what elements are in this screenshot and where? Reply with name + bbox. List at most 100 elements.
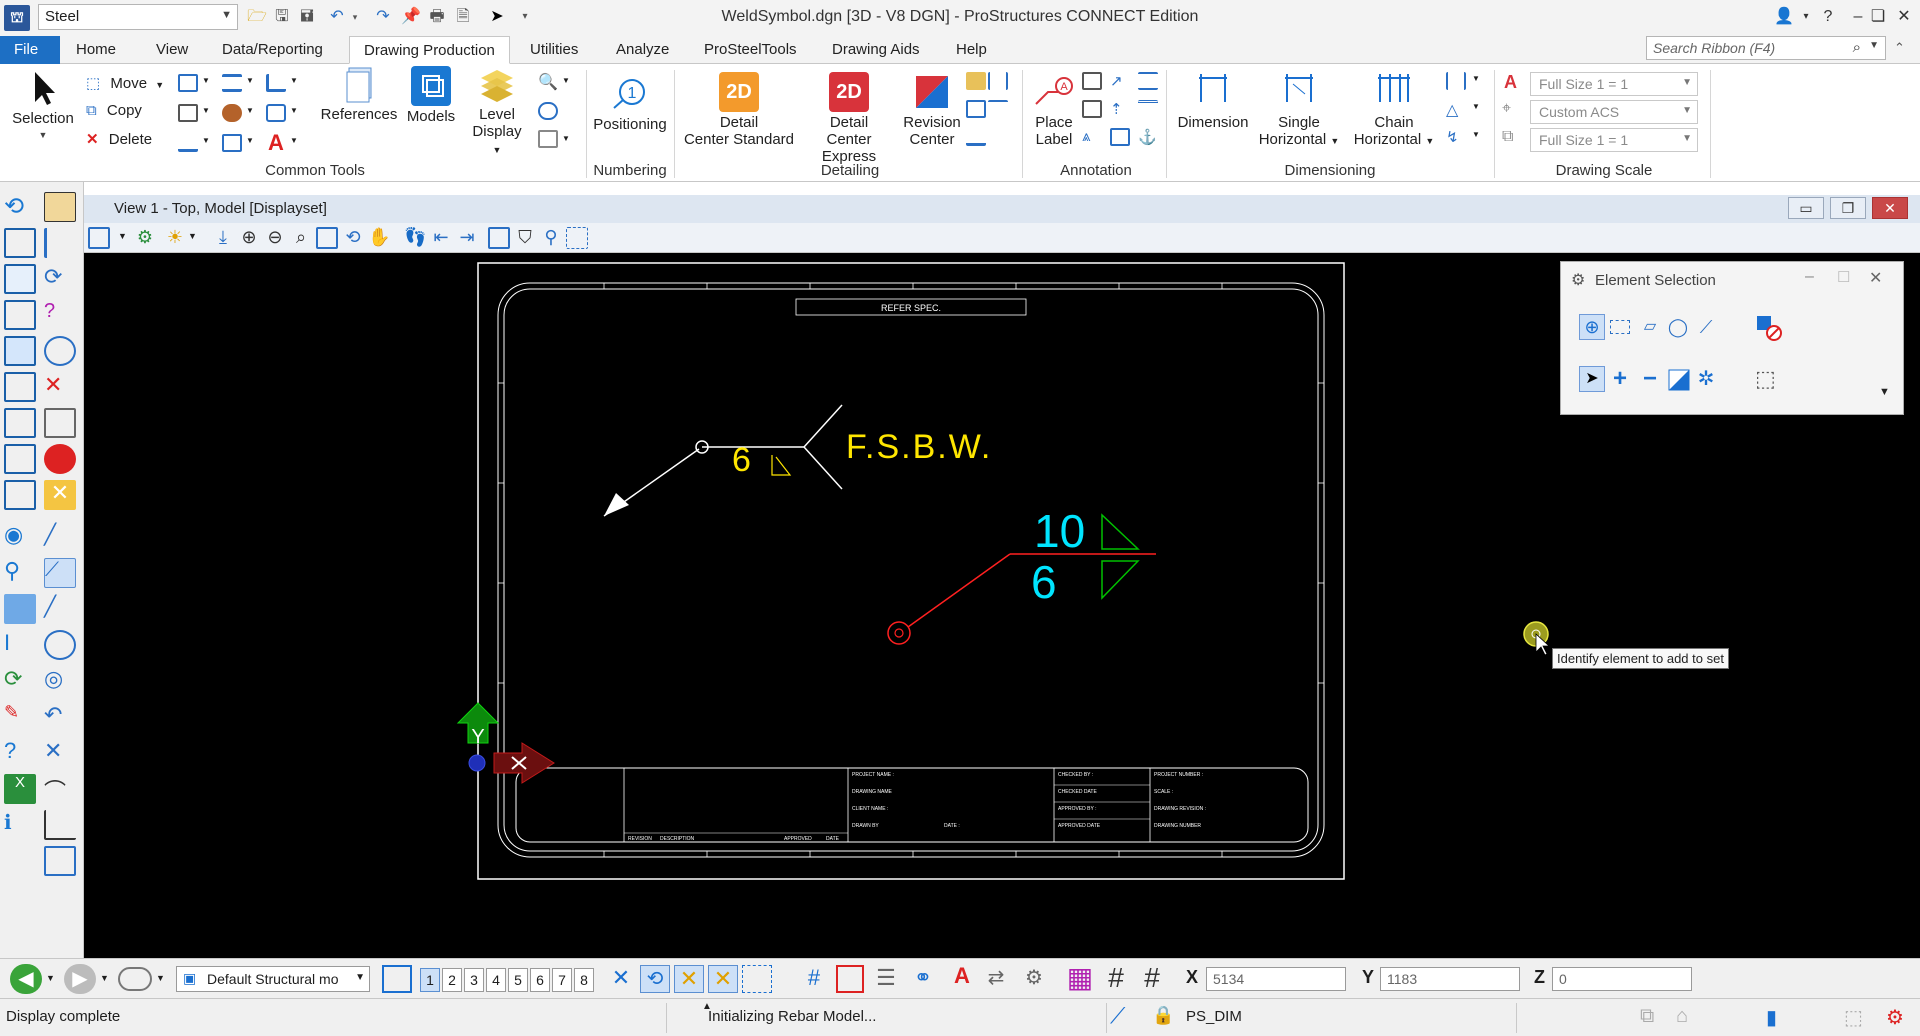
corner-icon[interactable] [44, 810, 76, 840]
clip-volume-icon[interactable]: ⛉ [514, 227, 536, 249]
search-icon[interactable]: ⌕ [1853, 39, 1861, 56]
help-tool-icon[interactable]: ? [4, 738, 36, 768]
level-display-button[interactable]: Level Display ▼ [466, 64, 528, 159]
chevron-down-icon[interactable]: ▼ [202, 106, 210, 115]
lighting-icon[interactable]: ☀ [164, 227, 186, 249]
dialog-close-button[interactable]: ✕ [1869, 268, 1882, 288]
tab-prosteeltools[interactable]: ProSteelTools [690, 36, 811, 64]
chevron-down-icon[interactable]: ▼ [221, 9, 232, 21]
cube-icon[interactable] [4, 480, 36, 510]
app-logo-icon[interactable]: ⛫ [4, 5, 30, 31]
excel-icon[interactable]: X [4, 774, 36, 804]
text-style-icon[interactable]: A [948, 963, 976, 991]
active-level[interactable]: PS_DIM [1186, 1008, 1242, 1025]
beam-icon[interactable]: I [4, 630, 36, 660]
chain-horizontal-button[interactable]: Chain Horizontal ▼ [1348, 72, 1440, 150]
arc-icon[interactable]: ↶ [44, 702, 76, 732]
text-icon[interactable]: A [268, 130, 284, 156]
positioning-button[interactable]: 1 Positioning [590, 74, 670, 133]
shape-method-icon[interactable]: ▱ [1637, 314, 1663, 340]
linked-circles-icon[interactable]: ⚭ [906, 965, 940, 993]
chevron-down-icon[interactable]: ▼ [355, 972, 365, 983]
rebar-icon[interactable]: ⟳ [4, 666, 36, 696]
view-number-7[interactable]: 7 [552, 968, 572, 992]
line-icon[interactable]: ╱ [44, 522, 76, 552]
measure-icon[interactable] [178, 134, 198, 152]
line-icon[interactable]: ╱ [44, 594, 76, 624]
walk-icon[interactable]: 👣 [404, 227, 426, 249]
fit-view-icon[interactable] [316, 227, 338, 249]
level-manager-icon[interactable] [538, 130, 558, 148]
align-icon[interactable] [222, 74, 242, 92]
snap-mode-icon[interactable]: ✕ [606, 965, 636, 993]
detail-tool-icon[interactable] [966, 72, 986, 90]
references-button[interactable]: References [318, 64, 400, 123]
block-method-icon[interactable] [1610, 320, 1630, 334]
dialog-minimize-button[interactable]: – [1805, 268, 1814, 286]
issue-icon[interactable]: ⚙ [1886, 1005, 1904, 1030]
rotate-icon[interactable]: ⟳ [44, 264, 76, 294]
intersection-icon[interactable]: ✕ [44, 738, 76, 768]
help-button[interactable]: ? [1814, 4, 1842, 30]
active-element-icon[interactable]: ⟋ [1110, 1003, 1125, 1029]
models-button[interactable]: Models [400, 66, 462, 125]
view-attributes-icon[interactable] [88, 227, 110, 249]
view-close-button[interactable]: ✕ [1872, 197, 1908, 219]
display-style-icon[interactable] [538, 102, 558, 120]
weld-symbol-1[interactable]: 6 F.S.B.W. [603, 404, 992, 517]
scale-icon[interactable] [178, 104, 198, 122]
copy-view-icon[interactable] [488, 227, 510, 249]
window-area-icon[interactable]: ⌕ [290, 227, 312, 249]
restore-button[interactable]: ❏ [1864, 4, 1892, 30]
chevron-down-icon[interactable]: ▼ [290, 136, 298, 145]
undo-dropdown-icon[interactable]: ▾ [344, 6, 366, 28]
change-icon[interactable]: ✎ [4, 702, 36, 732]
dimension-button[interactable]: Dimension [1170, 72, 1256, 131]
arrow-cursor-icon[interactable]: ➤ [486, 6, 508, 28]
chevron-down-icon[interactable]: ▼ [156, 973, 165, 983]
cube-icon[interactable] [4, 444, 36, 474]
stair-icon[interactable] [44, 228, 76, 258]
paint-icon[interactable] [222, 104, 242, 122]
print-preview-icon[interactable]: 🗎 [452, 6, 474, 28]
design-file-icon[interactable]: ▮ [1766, 1005, 1777, 1030]
drawing-scale-select[interactable]: Full Size 1 = 1 ▼ [1530, 128, 1698, 152]
individual-method-icon[interactable]: ⊕ [1579, 314, 1605, 340]
query-icon[interactable]: ? [44, 300, 76, 330]
chevron-down-icon[interactable]: ▼ [290, 76, 298, 85]
add-mode-icon[interactable]: + [1607, 366, 1633, 392]
element-selection-dialog[interactable]: ⚙ Element Selection – ☐ ✕ ⊕ ▱ ◯ ⟋ ➤ + − … [1560, 261, 1904, 415]
chevron-down-icon[interactable]: ▼ [202, 136, 210, 145]
tab-file[interactable]: File [0, 36, 60, 64]
tab-help[interactable]: Help [942, 36, 1001, 64]
tab-drawing-aids[interactable]: Drawing Aids [818, 36, 934, 64]
home-icon[interactable]: ⌂ [1676, 1005, 1688, 1028]
toggle-section-icon[interactable] [566, 227, 588, 249]
grid-icon[interactable]: # [800, 965, 828, 993]
subtract-mode-icon[interactable]: − [1637, 366, 1663, 392]
detail-center-express-button[interactable]: 2D Detail Center Express [798, 72, 900, 165]
element-selection-icon[interactable] [178, 74, 198, 92]
back-icon[interactable]: ◀ [10, 964, 42, 994]
next-view-icon[interactable]: ⇥ [456, 227, 478, 249]
tab-drawing-production[interactable]: Drawing Production [349, 36, 510, 64]
collapse-ribbon-icon[interactable]: ⌃ [1894, 40, 1905, 56]
annotation-scale-icon[interactable]: A [1504, 72, 1517, 93]
detail-center-standard-button[interactable]: 2D Detail Center Standard [678, 72, 800, 148]
chevron-down-icon[interactable]: ▼ [118, 231, 127, 241]
snap-keypoint-icon[interactable]: ✕ [674, 965, 704, 993]
target-icon[interactable]: ◎ [44, 666, 76, 696]
snap-intersection-icon[interactable]: ✕ [708, 965, 738, 993]
chevron-down-icon[interactable]: ▼ [290, 106, 298, 115]
previous-view-icon[interactable]: ⇤ [430, 227, 452, 249]
view-minimize-button[interactable]: ▭ [1788, 197, 1824, 219]
delete-shape-icon[interactable]: ✕ [44, 372, 76, 402]
move-button[interactable]: ⬚ Move ▼ [86, 74, 164, 92]
refresh-icon[interactable]: ⟲ [4, 192, 36, 222]
line-method-icon[interactable]: ⟋ [1693, 314, 1719, 340]
callout-icon[interactable] [966, 100, 986, 118]
hatch-grid-icon[interactable]: ▦ [1064, 964, 1096, 994]
cube-icon[interactable] [4, 408, 36, 438]
text-box-icon[interactable] [1082, 100, 1102, 118]
tab-utilities[interactable]: Utilities [516, 36, 592, 64]
